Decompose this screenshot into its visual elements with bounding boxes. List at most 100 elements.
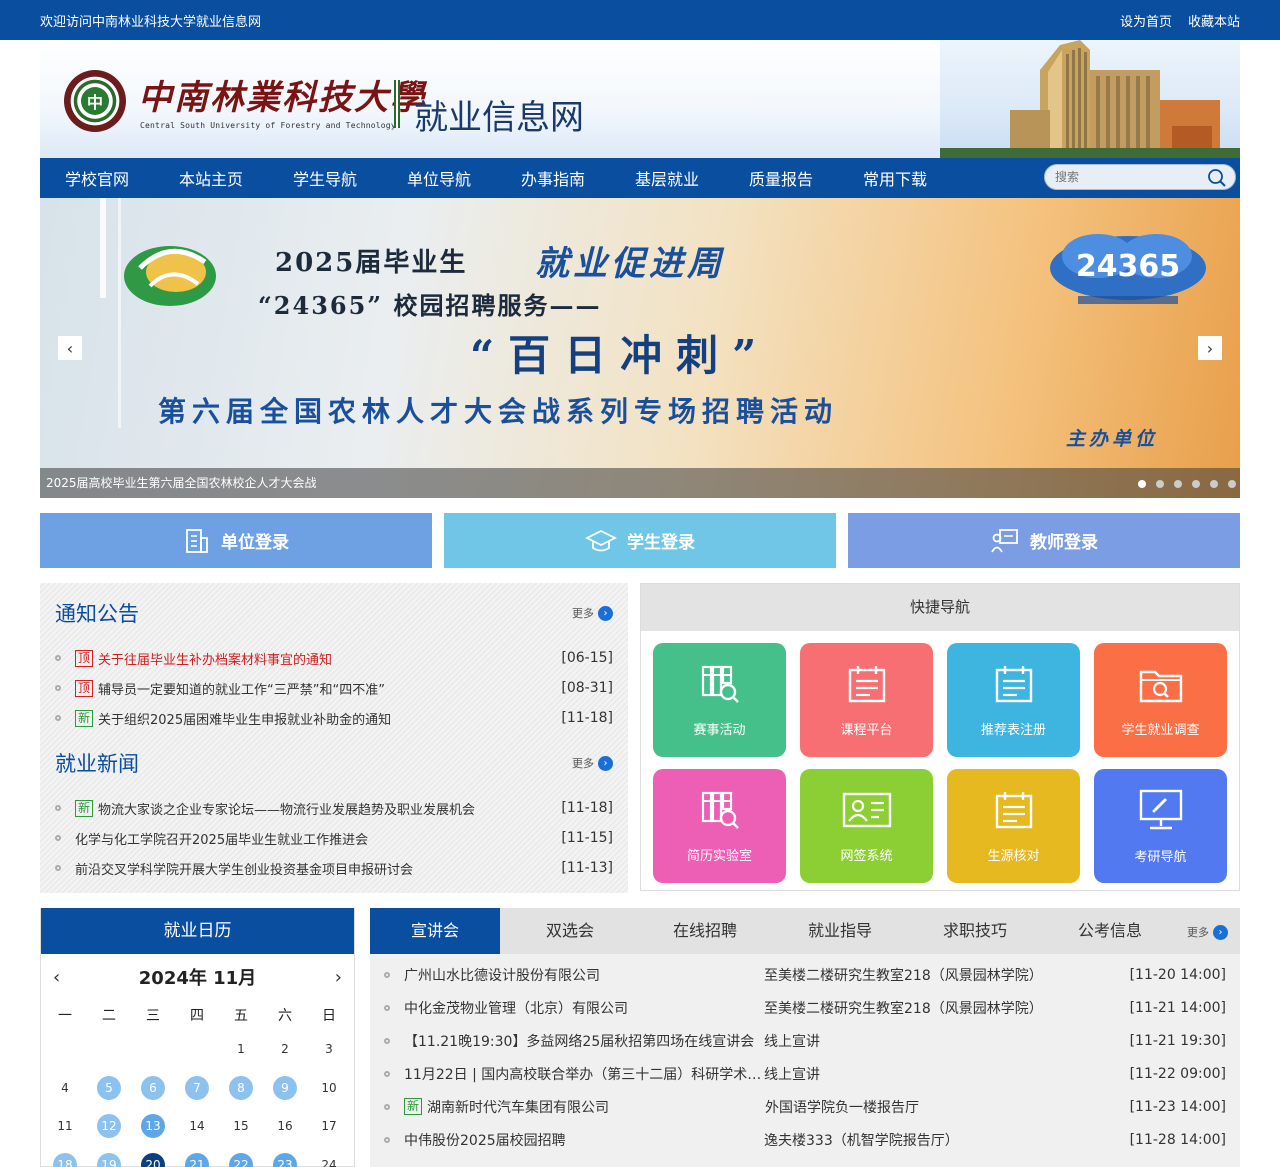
calendar-day-event[interactable]: 12	[87, 1107, 131, 1146]
banner-dots	[1138, 480, 1236, 488]
notice-item[interactable]: 新关于组织2025届困难毕业生申报就业补助金的通知 [11-18]	[55, 703, 613, 733]
top-links: 设为首页 收藏本站	[1120, 11, 1240, 30]
search-input[interactable]	[1055, 170, 1205, 184]
news-item[interactable]: 化学与化工学院召开2025届毕业生就业工作推进会 [11-15]	[55, 823, 613, 853]
calendar-day[interactable]: 4	[43, 1069, 87, 1108]
banner-dot[interactable]	[1156, 480, 1164, 488]
banner-dot[interactable]	[1210, 480, 1218, 488]
tab-presentations[interactable]: 宣讲会	[370, 908, 500, 954]
nav-employer-guide[interactable]: 单位导航	[382, 166, 496, 190]
news-more-link[interactable]: 更多 ›	[572, 755, 613, 771]
banner-caption[interactable]: 2025届高校毕业生第六届全国农林校企人才大会战	[40, 468, 1240, 498]
banner-line-year: 2025届毕业生	[275, 248, 468, 278]
calendar-day[interactable]: 24	[307, 1146, 351, 1167]
calendar-day[interactable]: 3	[307, 1030, 351, 1069]
calendar-day[interactable]: 17	[307, 1107, 351, 1146]
employment-calendar: 就业日历 ‹ 2024年 11月 › 一二三四五六日 1 2 3 4 5 6 7 8 9 10 11…	[40, 908, 355, 1167]
tab-job-fairs[interactable]: 双选会	[505, 908, 635, 954]
calendar-day-number: 5	[97, 1075, 121, 1100]
teacher-login-button[interactable]: 教师登录	[848, 513, 1240, 568]
news-item[interactable]: 新物流大家谈之企业专家论坛——物流行业发展趋势及职业发展机会 [11-18]	[55, 793, 613, 823]
calendar-day-event[interactable]: 19	[87, 1146, 131, 1167]
quick-nav-tile[interactable]: 推荐表注册	[947, 643, 1080, 757]
lecture-item[interactable]: 11月22日 | 国内高校联合举办（第三十二届）科研学术研讨会 线上宣讲 [11-2…	[384, 1057, 1226, 1090]
set-home-link[interactable]: 设为首页	[1120, 11, 1172, 30]
calendar-day-number	[97, 1037, 121, 1061]
calendar-day[interactable]: 11	[43, 1107, 87, 1146]
calendar-day-event[interactable]: 9	[263, 1069, 307, 1108]
nav-student-guide[interactable]: 学生导航	[268, 166, 382, 190]
tab-civil-exam[interactable]: 公考信息	[1045, 908, 1175, 954]
quick-nav-tile[interactable]: 简历实验室	[653, 769, 786, 883]
calendar-day-event[interactable]: 22	[219, 1146, 263, 1167]
lecture-item[interactable]: 广州山水比德设计股份有限公司 至美楼二楼研究生教室218（风景园林学院） [11-2…	[384, 958, 1226, 991]
quick-nav-tile[interactable]: 网签系统	[800, 769, 933, 883]
tab-career-guidance[interactable]: 就业指导	[775, 908, 905, 954]
nav-downloads[interactable]: 常用下载	[838, 166, 952, 190]
quick-nav-tile[interactable]: 学生就业调查	[1094, 643, 1227, 757]
calendar-day[interactable]: 14	[175, 1107, 219, 1146]
lecture-company: 广州山水比德设计股份有限公司	[404, 967, 600, 984]
notice-item[interactable]: 顶辅导员一定要知道的就业工作“三严禁”和“四不准” [08-31]	[55, 673, 613, 703]
tabs-more-link[interactable]: 更多 ›	[1187, 924, 1228, 940]
lecture-item[interactable]: 中伟股份2025届校园招聘 逸夫楼333（机智学院报告厅） [11-28 14:00…	[384, 1123, 1226, 1156]
calendar-day-event[interactable]: 13	[131, 1107, 175, 1146]
next-month-icon[interactable]: ›	[335, 967, 342, 988]
quick-nav-label: 生源核对	[987, 848, 1040, 864]
quick-nav-tile[interactable]: 课程平台	[800, 643, 933, 757]
student-login-button[interactable]: 学生登录	[444, 513, 836, 568]
university-seal-logo[interactable]: 中	[64, 70, 126, 132]
notices-header: 通知公告 更多 ›	[55, 583, 613, 643]
pinned-tag: 顶	[75, 679, 94, 697]
nav-service-guide[interactable]: 办事指南	[496, 166, 610, 190]
calendar-day-event[interactable]: 18	[43, 1146, 87, 1167]
calendar-day-event[interactable]: 8	[219, 1069, 263, 1108]
notice-item[interactable]: 顶关于往届毕业生补办档案材料事宜的通知 [06-15]	[55, 643, 613, 673]
banner-prev-arrow[interactable]: ‹	[58, 336, 82, 360]
calendar-day-event[interactable]: 20	[131, 1146, 175, 1167]
bookmark-link[interactable]: 收藏本站	[1188, 11, 1240, 30]
calendar-day[interactable]: 2	[263, 1030, 307, 1069]
prev-month-icon[interactable]: ‹	[53, 967, 60, 988]
search-icon[interactable]	[1207, 168, 1227, 188]
notices-more-link[interactable]: 更多 ›	[572, 605, 613, 621]
quick-nav-tile[interactable]: 考研导航	[1094, 769, 1227, 883]
nav-grassroots-employment[interactable]: 基层就业	[610, 166, 724, 190]
quick-nav-grid: 赛事活动 课程平台 推荐表注册 学生就业调查简历实验室 网签系统 生源核对 考研导航	[653, 643, 1227, 883]
tab-online-recruitment[interactable]: 在线招聘	[640, 908, 770, 954]
quick-nav-tile[interactable]: 生源核对	[947, 769, 1080, 883]
tab-job-tips[interactable]: 求职技巧	[910, 908, 1040, 954]
news-item[interactable]: 前沿交叉学科学院开展大学生创业投资基金项目申报研讨会 [11-13]	[55, 853, 613, 883]
calendar-day[interactable]: 16	[263, 1107, 307, 1146]
banner-dot[interactable]	[1138, 480, 1146, 488]
lecture-time: [11-20 14:00]	[1129, 966, 1226, 983]
quick-nav-tile[interactable]: 赛事活动	[653, 643, 786, 757]
lecture-item[interactable]: 中化金茂物业管理（北京）有限公司 至美楼二楼研究生教室218（风景园林学院） [11…	[384, 991, 1226, 1024]
calendar-month: 2024年 11月	[138, 968, 257, 989]
nav-home[interactable]: 本站主页	[154, 166, 268, 190]
more-label: 更多	[1187, 926, 1209, 939]
lecture-item[interactable]: 【11.21晚19:30】多益网络25届秋招第四场在线宣讲会 线上宣讲 [11-21…	[384, 1024, 1226, 1057]
notice-title: 关于组织2025届困难毕业生申报就业补助金的通知	[98, 712, 392, 728]
calendar-day[interactable]: 10	[307, 1069, 351, 1108]
nav-quality-report[interactable]: 质量报告	[724, 166, 838, 190]
banner-dot[interactable]	[1192, 480, 1200, 488]
lecture-location: 线上宣讲	[764, 1066, 820, 1083]
calendar-day-event[interactable]: 5	[87, 1069, 131, 1108]
banner-dot[interactable]	[1228, 480, 1236, 488]
calendar-day[interactable]: 15	[219, 1107, 263, 1146]
unit-login-button[interactable]: 单位登录	[40, 513, 432, 568]
calendar-day-event[interactable]: 7	[175, 1069, 219, 1108]
nav-school-site[interactable]: 学校官网	[40, 166, 154, 190]
calendar-day-event[interactable]: 21	[175, 1146, 219, 1167]
lecture-item[interactable]: 新湖南新时代汽车集团有限公司 外国语学院负一楼报告厅 [11-23 14:00]	[384, 1090, 1226, 1123]
bullet-icon	[384, 1136, 390, 1143]
calendar-day[interactable]: 1	[219, 1030, 263, 1069]
calendar-day-event[interactable]: 23	[263, 1146, 307, 1167]
calendar-title: 就业日历	[41, 908, 354, 954]
id-card-icon	[841, 789, 893, 835]
calendar-day-event[interactable]: 6	[131, 1069, 175, 1108]
promo-banner[interactable]: 2025届毕业生 就业促进周 “24365” 校园招聘服务—— “百日冲刺” 第…	[40, 198, 1240, 498]
banner-dot[interactable]	[1174, 480, 1182, 488]
banner-next-arrow[interactable]: ›	[1198, 336, 1222, 360]
